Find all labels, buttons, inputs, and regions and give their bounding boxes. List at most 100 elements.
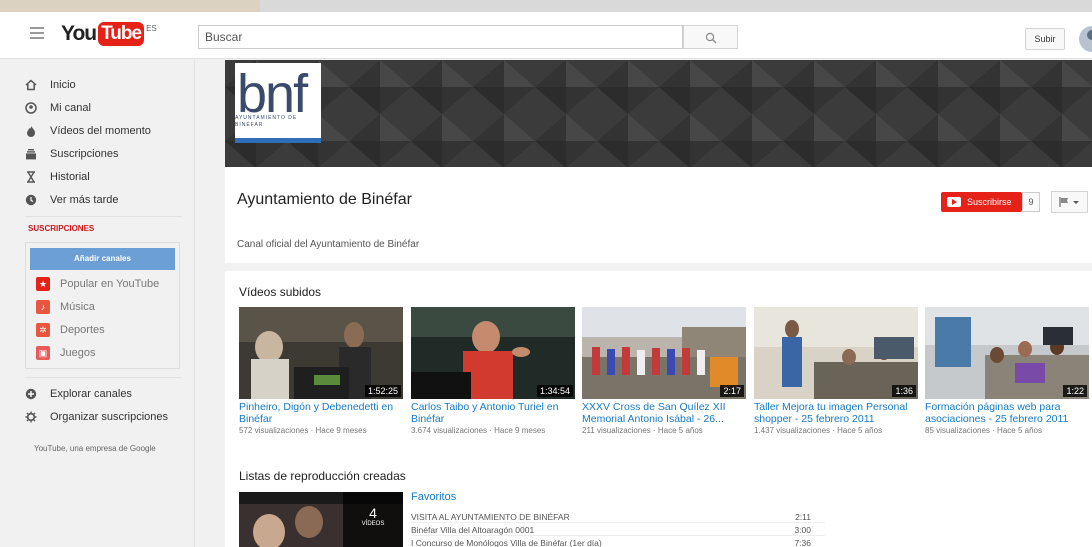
channel-logo[interactable]: bnf AYUNTAMIENTO DE BINÉFAR <box>235 63 321 143</box>
footer-text: YouTube, una empresa de Google <box>34 444 156 453</box>
sidebar-item-mi-canal[interactable]: Mi canal <box>25 99 91 117</box>
sidebar-item-label: Mi canal <box>50 102 91 114</box>
video-views: 3.674 visualizaciones <box>411 426 488 435</box>
video-item[interactable]: 1:36 Taller Mejora tu imagen Personal sh… <box>754 307 918 435</box>
logo-you: You <box>61 22 97 45</box>
search-button[interactable] <box>683 25 738 49</box>
playlist-item-title: VISITA AL AYUNTAMIENTO DE BINÉFAR <box>411 512 570 522</box>
flag-button[interactable] <box>1051 191 1088 213</box>
gear-icon <box>25 411 37 423</box>
sidebar-item-label: Historial <box>50 171 90 183</box>
video-age: Hace 9 meses <box>315 426 367 435</box>
playlist-item-duration: 3:00 <box>794 525 811 535</box>
playlist-item-title: I Concurso de Monólogos Villa de Binéfar… <box>411 538 602 547</box>
hourglass-icon <box>25 171 37 183</box>
sidebar-item-label: Música <box>60 301 95 313</box>
channel-content: Vídeos subidos 1:52:25 Pinheiro, Digón y… <box>225 271 1092 547</box>
search-input[interactable] <box>198 25 683 49</box>
clock-icon <box>25 194 37 206</box>
video-thumbnail[interactable]: 1:34:54 <box>411 307 575 399</box>
sidebar-item-musica[interactable]: ♪ Música <box>36 299 95 315</box>
channel-description: Canal oficial del Ayuntamiento de Binéfa… <box>237 239 420 250</box>
sidebar-item-ver-mas-tarde[interactable]: Ver más tarde <box>25 191 118 209</box>
sidebar-item-label: Suscripciones <box>50 148 119 160</box>
person-icon <box>25 102 37 114</box>
gamepad-icon: ▣ <box>36 346 50 360</box>
video-title[interactable]: Pinheiro, Digón y Debenedetti en Binéfar <box>239 401 403 425</box>
playlist-count-label: VÍDEOS <box>361 521 385 527</box>
sidebar-item-label: Juegos <box>60 347 96 359</box>
playlist-item-title: Binéfar Villa del Altoaragón 0001 <box>411 525 535 535</box>
video-title[interactable]: Taller Mejora tu imagen Personal shopper… <box>754 401 918 425</box>
sidebar-item-juegos[interactable]: ▣ Juegos <box>36 345 95 361</box>
uploads-title[interactable]: Vídeos subidos <box>239 285 321 299</box>
video-thumbnail[interactable]: 1:22 <box>925 307 1089 399</box>
subscribe-label: Suscribirse <box>967 197 1012 207</box>
youtube-play-icon <box>947 197 961 207</box>
music-icon: ♪ <box>36 300 50 314</box>
plus-circle-icon <box>25 388 37 400</box>
video-views: 85 visualizaciones <box>925 426 990 435</box>
video-thumbnail[interactable]: 1:52:25 <box>239 307 403 399</box>
video-meta: 85 visualizaciones · Hace 5 años <box>925 426 1042 435</box>
sidebar-item-popular[interactable]: ★ Popular en YouTube <box>36 276 159 292</box>
region-label: ES <box>146 24 157 33</box>
search-icon <box>705 32 717 44</box>
video-title[interactable]: Carlos Taibo y Antonio Turiel en Binéfar <box>411 401 575 425</box>
divider <box>25 216 182 217</box>
subscriptions-box: Añadir canales ★ Popular en YouTube ♪ Mú… <box>25 242 180 369</box>
video-age: Hace 5 años <box>997 426 1042 435</box>
logo-tube: Tube <box>98 22 145 46</box>
video-title[interactable]: XXXV Cross de San Quílez XII Memorial An… <box>582 401 746 425</box>
sidebar-item-label: Popular en YouTube <box>60 278 160 290</box>
video-item[interactable]: 1:52:25 Pinheiro, Digón y Debenedetti en… <box>239 307 403 435</box>
playlist-item[interactable]: I Concurso de Monólogos Villa de Binéfar… <box>411 538 825 547</box>
sidebar-item-organizar[interactable]: Organizar suscripciones <box>25 408 168 426</box>
sidebar-item-deportes[interactable]: ✲ Deportes <box>36 322 105 338</box>
sidebar-item-inicio[interactable]: Inicio <box>25 76 76 94</box>
video-item[interactable]: 2:17 XXXV Cross de San Quílez XII Memori… <box>582 307 746 435</box>
sidebar-item-label: Ver más tarde <box>50 194 119 206</box>
video-views: 1.437 visualizaciones <box>754 426 831 435</box>
browser-tab-strip <box>0 0 1092 12</box>
playlist-item-duration: 7:36 <box>794 538 811 547</box>
sidebar-item-videos-del-momento[interactable]: Vídeos del momento <box>25 122 151 140</box>
avatar[interactable] <box>1079 26 1092 52</box>
playlist-item-duration: 2:11 <box>795 512 811 522</box>
subscriptions-icon <box>25 148 37 160</box>
playlist-name[interactable]: Favoritos <box>411 491 456 503</box>
video-duration: 1:52:25 <box>364 385 401 397</box>
video-views: 572 visualizaciones <box>239 426 309 435</box>
video-duration: 1:22 <box>1063 385 1087 397</box>
playlist-count-number: 4 <box>369 505 377 521</box>
playlist-thumbnail[interactable]: 4 VÍDEOS <box>239 492 403 547</box>
video-title[interactable]: Formación páginas web para asociaciones … <box>925 401 1089 425</box>
subscriber-count: 9 <box>1022 192 1040 212</box>
video-item[interactable]: 1:34:54 Carlos Taibo y Antonio Turiel en… <box>411 307 575 435</box>
subscriptions-heading[interactable]: SUSCRIPCIONES <box>28 224 94 233</box>
video-thumbnail[interactable]: 1:36 <box>754 307 918 399</box>
menu-icon[interactable] <box>30 27 44 41</box>
home-icon <box>25 79 37 91</box>
logo-stripe <box>235 138 321 143</box>
masthead: You Tube ES Subir <box>0 12 1092 59</box>
video-views: 211 visualizaciones <box>582 426 651 435</box>
sidebar-item-label: Deportes <box>60 324 105 336</box>
add-channels-button[interactable]: Añadir canales <box>30 248 175 270</box>
subscribe-button[interactable]: Suscribirse <box>941 192 1022 212</box>
video-duration: 1:36 <box>892 385 916 397</box>
channel-title[interactable]: Ayuntamiento de Binéfar <box>237 191 412 209</box>
video-age: Hace 5 años <box>837 426 883 435</box>
playlist-item[interactable]: VISITA AL AYUNTAMIENTO DE BINÉFAR 2:11 <box>411 512 825 523</box>
sidebar-item-historial[interactable]: Historial <box>25 168 90 186</box>
upload-button[interactable]: Subir <box>1025 28 1065 50</box>
video-item[interactable]: 1:22 Formación páginas web para asociaci… <box>925 307 1089 435</box>
sidebar-item-suscripciones[interactable]: Suscripciones <box>25 145 118 163</box>
sidebar-item-label: Organizar suscripciones <box>50 411 168 423</box>
video-thumbnail[interactable]: 2:17 <box>582 307 746 399</box>
sidebar-item-label: Inicio <box>50 79 76 91</box>
playlist-item[interactable]: Binéfar Villa del Altoaragón 0001 3:00 <box>411 525 825 536</box>
youtube-logo[interactable]: You Tube ES <box>61 22 157 46</box>
playlists-title[interactable]: Listas de reproducción creadas <box>239 469 406 483</box>
sidebar-item-explorar-canales[interactable]: Explorar canales <box>25 385 132 403</box>
